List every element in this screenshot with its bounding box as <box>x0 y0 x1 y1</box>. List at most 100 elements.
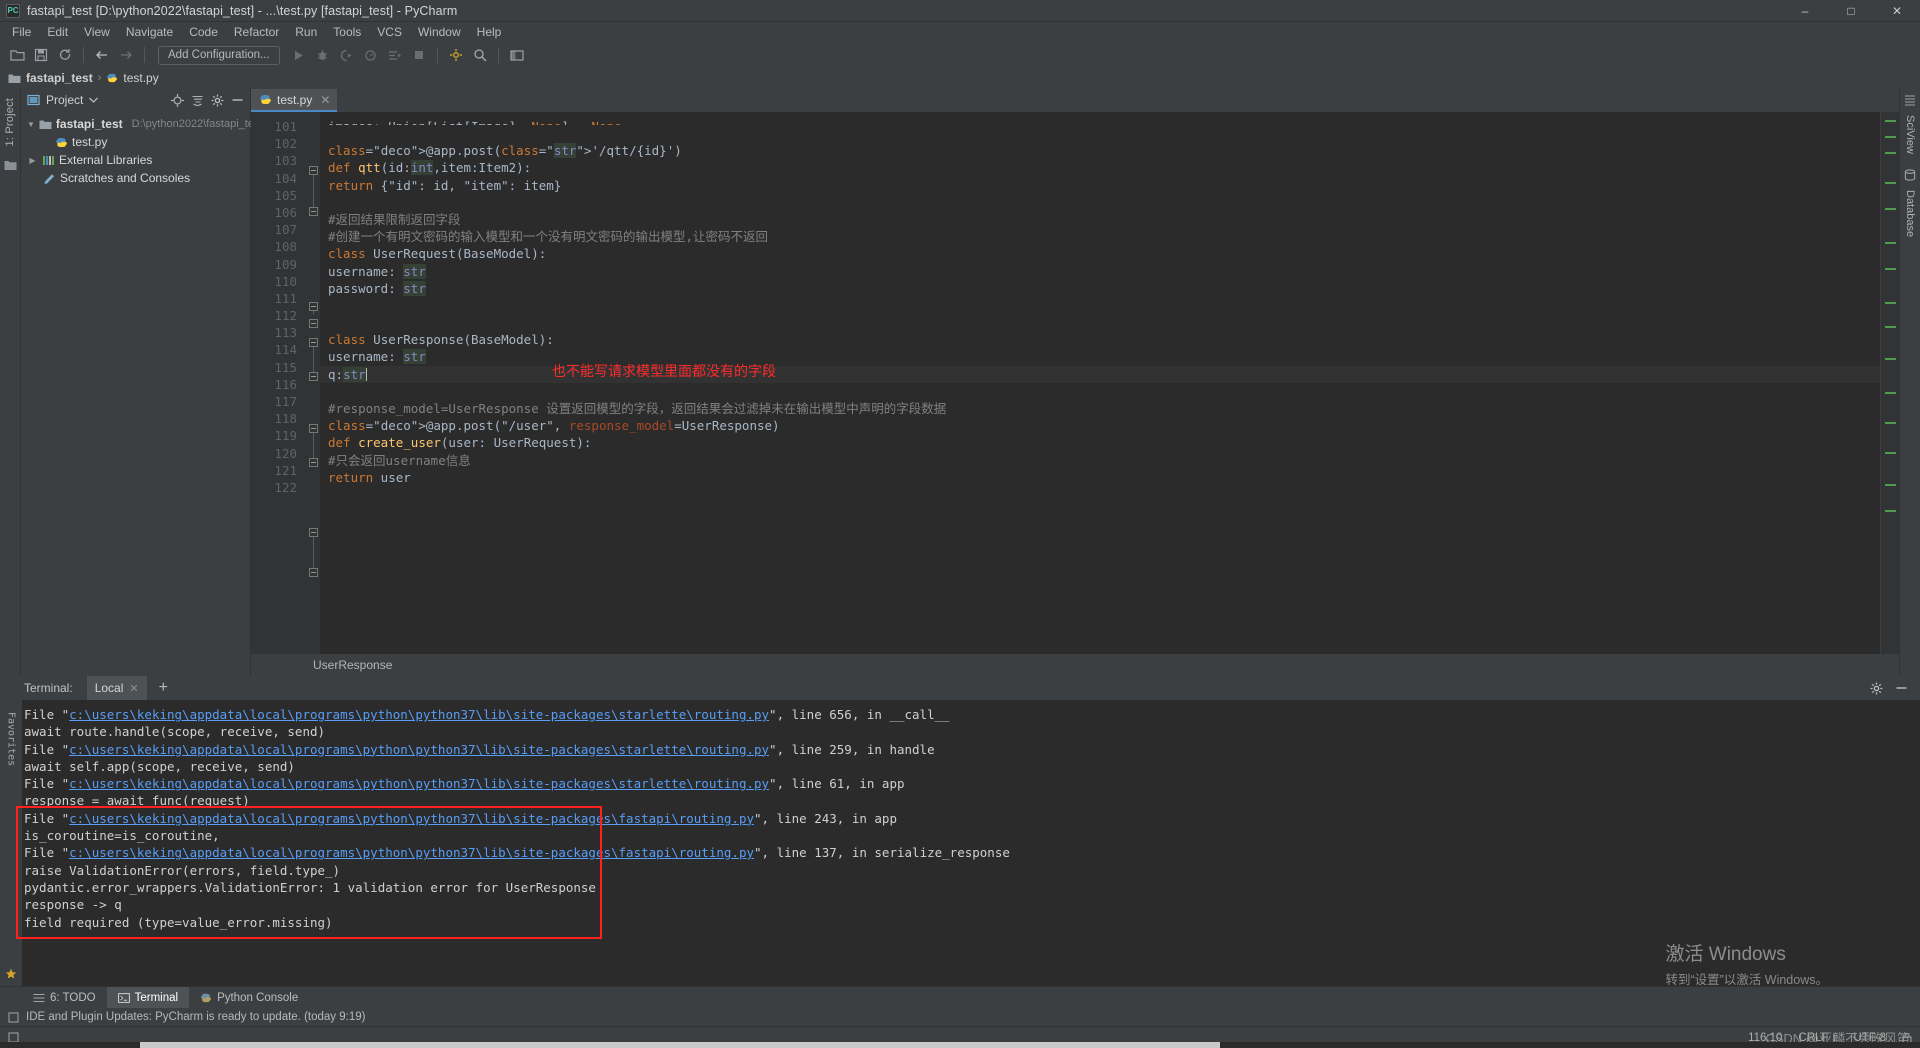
open-folder-icon[interactable] <box>6 44 28 66</box>
code-line[interactable]: class="deco">@app.post("/user", response… <box>320 417 1880 434</box>
grid-icon[interactable] <box>1904 94 1916 106</box>
terminal-line[interactable]: is_coroutine=is_coroutine, <box>24 827 1920 844</box>
terminal-tab-local[interactable]: Local ✕ <box>86 676 147 700</box>
code-line[interactable]: return user <box>320 469 1880 486</box>
code-line[interactable]: class="deco">@app.post(class="str">'/qtt… <box>320 142 1880 159</box>
add-terminal-button[interactable]: + <box>147 679 180 697</box>
hide-panel-icon[interactable] <box>1895 685 1908 691</box>
structure-icon[interactable] <box>4 160 17 171</box>
run-with-console-icon[interactable] <box>384 44 406 66</box>
menu-help[interactable]: Help <box>469 23 510 41</box>
close-button[interactable]: ✕ <box>1874 0 1920 22</box>
menu-edit[interactable]: Edit <box>39 23 76 41</box>
scrollbar-thumb[interactable] <box>140 1042 1220 1048</box>
code-line[interactable] <box>320 314 1880 331</box>
file-path-link[interactable]: c:\users\keking\appdata\local\programs\p… <box>69 742 769 757</box>
tree-item-test-py[interactable]: test.py <box>21 133 250 151</box>
minimize-button[interactable]: – <box>1782 0 1828 22</box>
code-line[interactable]: def create_user(user: UserRequest): <box>320 434 1880 451</box>
code-line[interactable]: return {"id": id, "item": item} <box>320 177 1880 194</box>
tool-button-terminal[interactable]: Terminal <box>106 986 190 1009</box>
rail-label-database[interactable]: Database <box>1904 185 1916 242</box>
menu-run[interactable]: Run <box>287 23 325 41</box>
file-path-link[interactable]: c:\users\keking\appdata\local\programs\p… <box>69 707 769 722</box>
terminal-line[interactable]: File "c:\users\keking\appdata\local\prog… <box>24 775 1920 792</box>
terminal-line[interactable]: pydantic.error_wrappers.ValidationError:… <box>24 879 1920 896</box>
sync-icon[interactable] <box>54 44 76 66</box>
terminal-line[interactable]: await route.handle(scope, receive, send) <box>24 723 1920 740</box>
add-configuration-button[interactable]: Add Configuration... <box>158 45 280 65</box>
menu-navigate[interactable]: Navigate <box>118 23 181 41</box>
terminal-line[interactable]: field required (type=value_error.missing… <box>24 914 1920 931</box>
forward-arrow-icon[interactable] <box>115 44 137 66</box>
profile-icon[interactable] <box>360 44 382 66</box>
terminal-line[interactable]: raise ValidationError(errors, field.type… <box>24 862 1920 879</box>
code-line[interactable] <box>320 297 1880 314</box>
menu-tools[interactable]: Tools <box>325 23 369 41</box>
terminal-line[interactable]: response -> q <box>24 896 1920 913</box>
run-icon[interactable] <box>288 44 310 66</box>
stop-icon[interactable] <box>408 44 430 66</box>
terminal-output[interactable]: Favorites File "c:\users\keking\appdata\… <box>0 700 1920 986</box>
breadcrumb-project[interactable]: fastapi_test <box>26 71 93 85</box>
settings-gear-icon[interactable] <box>1870 682 1883 695</box>
code-line[interactable]: username: str <box>320 263 1880 280</box>
code-content[interactable]: images: Union[List[Image], None] = None c… <box>320 112 1880 654</box>
error-stripe-markers[interactable] <box>1880 112 1899 654</box>
menu-code[interactable]: Code <box>181 23 226 41</box>
menu-view[interactable]: View <box>76 23 118 41</box>
search-icon[interactable] <box>469 44 491 66</box>
debug-icon[interactable] <box>312 44 334 66</box>
run-coverage-icon[interactable] <box>336 44 358 66</box>
file-path-link[interactable]: c:\users\keking\appdata\local\programs\p… <box>69 776 769 791</box>
code-line[interactable] <box>320 125 1880 142</box>
save-icon[interactable] <box>30 44 52 66</box>
code-line[interactable]: class UserRequest(BaseModel): <box>320 245 1880 262</box>
notification-text[interactable]: IDE and Plugin Updates: PyCharm is ready… <box>26 1011 365 1023</box>
maximize-button[interactable]: □ <box>1828 0 1874 22</box>
terminal-line[interactable]: await self.app(scope, receive, send) <box>24 758 1920 775</box>
rail-label-sciview[interactable]: SciView <box>1904 110 1916 159</box>
menu-file[interactable]: File <box>4 23 39 41</box>
project-panel-title[interactable]: Project <box>46 93 83 107</box>
menu-refactor[interactable]: Refactor <box>226 23 287 41</box>
chevron-down-icon[interactable] <box>89 97 99 103</box>
editor-tab-test-py[interactable]: test.py ✕ <box>251 89 338 112</box>
collapse-all-icon[interactable] <box>191 95 204 106</box>
terminal-line[interactable]: File "c:\users\keking\appdata\local\prog… <box>24 706 1920 723</box>
terminal-line[interactable]: File "c:\users\keking\appdata\local\prog… <box>24 844 1920 861</box>
hide-panel-icon[interactable] <box>231 97 244 103</box>
database-icon[interactable] <box>1904 169 1916 181</box>
code-line[interactable]: #创建一个有明文密码的输入模型和一个没有明文密码的输出模型,让密码不返回 <box>320 228 1880 245</box>
code-line[interactable]: #response_model=UserResponse 设置返回模型的字段，返… <box>320 400 1880 417</box>
code-line[interactable]: def qtt(id:int,item:Item2): <box>320 159 1880 176</box>
close-icon[interactable]: ✕ <box>129 682 138 695</box>
code-folding-column[interactable] <box>306 112 320 654</box>
tree-item-external-libraries[interactable]: ▶ External Libraries <box>21 151 250 169</box>
locate-icon[interactable] <box>171 93 184 107</box>
build-icon[interactable] <box>445 44 467 66</box>
rail-label-project[interactable]: 1: Project <box>4 92 16 152</box>
tool-button-todo[interactable]: 6: TODO <box>22 987 107 1009</box>
menu-window[interactable]: Window <box>410 23 469 41</box>
code-line[interactable] <box>320 194 1880 211</box>
terminal-line[interactable]: File "c:\users\keking\appdata\local\prog… <box>24 741 1920 758</box>
terminal-line[interactable]: response = await func(request) <box>24 792 1920 809</box>
tree-item-scratches[interactable]: Scratches and Consoles <box>21 169 250 187</box>
terminal-line[interactable]: File "c:\users\keking\appdata\local\prog… <box>24 810 1920 827</box>
code-line[interactable]: password: str <box>320 280 1880 297</box>
chevron-right-icon[interactable]: ▶ <box>27 156 38 165</box>
tool-button-python-console[interactable]: Python Console <box>189 987 309 1009</box>
rail-label-favorites[interactable]: Favorites <box>6 700 17 766</box>
favorites-star-icon[interactable] <box>5 968 17 980</box>
code-line[interactable] <box>320 383 1880 400</box>
file-path-link[interactable]: c:\users\keking\appdata\local\programs\p… <box>69 811 754 826</box>
code-line[interactable]: #只会返回username信息 <box>320 452 1880 469</box>
menu-vcs[interactable]: VCS <box>369 23 410 41</box>
terminal-line[interactable] <box>24 931 1920 948</box>
layout-icon[interactable] <box>506 44 528 66</box>
breadcrumb-file[interactable]: test.py <box>123 71 158 85</box>
chevron-down-icon[interactable]: ▼ <box>27 120 35 129</box>
code-line[interactable]: #返回结果限制返回字段 <box>320 211 1880 228</box>
code-line[interactable]: images: Union[List[Image], None] = None <box>320 118 1880 125</box>
